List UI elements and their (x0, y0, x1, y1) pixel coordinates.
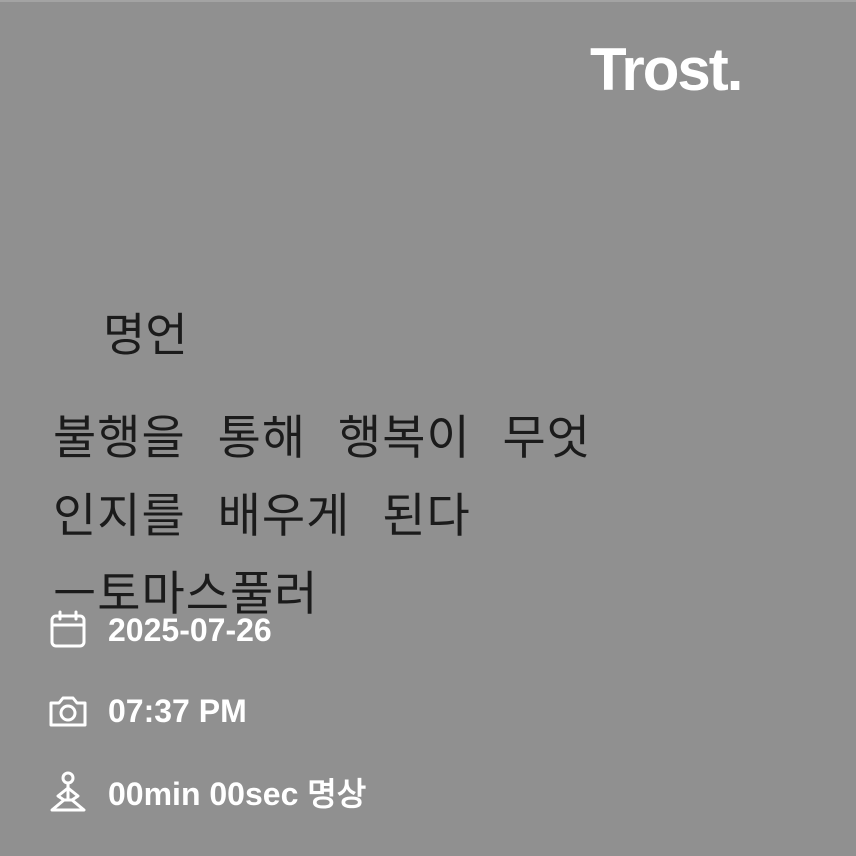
time-text: 07:37 PM (108, 693, 247, 729)
calendar-icon (44, 606, 92, 654)
date-row: 2025-07-26 (44, 606, 644, 654)
meditation-icon (44, 770, 92, 818)
date-text: 2025-07-26 (108, 612, 272, 648)
note-line-2: 인지를 배우게 된다 (53, 489, 471, 544)
note-line-1: 불행을 통해 행복이 무엇 (53, 411, 592, 466)
meditation-row: 00min 00sec 명상 (44, 770, 644, 818)
trost-logo: Trost. (590, 36, 743, 103)
camera-icon (44, 687, 92, 735)
time-row: 07:37 PM (44, 687, 644, 735)
note-title: 명언 (103, 308, 188, 362)
note-body: 불행을 통해 행복이 무엇 인지를 배우게 된다 ㅡ토마스풀러 (53, 400, 793, 634)
trost-card: Trost. 명언 불행을 통해 행복이 무엇 인지를 배우게 된다 ㅡ토마스풀… (0, 0, 856, 856)
meditation-text: 00min 00sec 명상 (108, 776, 367, 812)
